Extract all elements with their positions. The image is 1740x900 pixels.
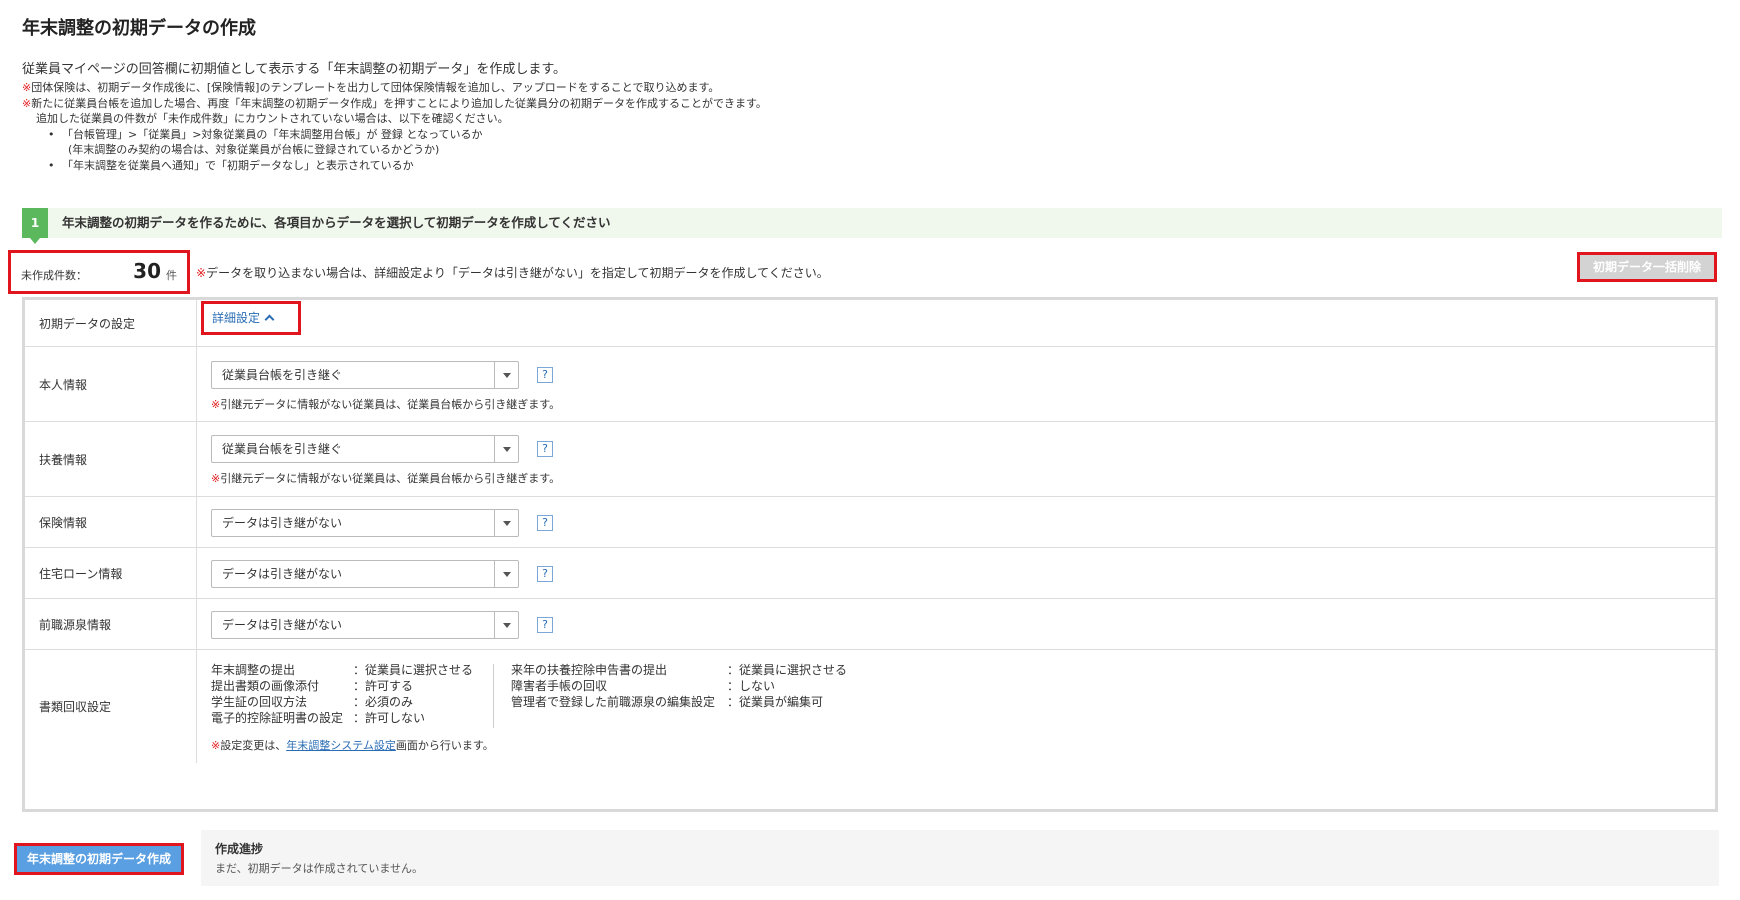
note-line-2: ※新たに従業員台帳を追加した場合、再度「年末調整の初期データ作成」を押すことによ…	[22, 96, 767, 110]
help-icon[interactable]: ?	[537, 367, 553, 383]
dependents-info-select[interactable]: 従業員台帳を引き継ぐ	[211, 435, 519, 463]
dropdown-arrow-icon	[494, 612, 518, 638]
doc-setting: 学生証の回収方法 ：必須のみ	[211, 695, 414, 709]
row-note: ※引継元データに情報がない従業員は、従業員台帳から引き継ぎます。	[211, 472, 561, 485]
previous-job-select[interactable]: データは引き継がない	[211, 611, 519, 639]
note-mark: ※	[22, 81, 32, 94]
help-icon[interactable]: ?	[537, 617, 553, 633]
doc-setting: 提出書類の画像添付 ：許可する	[211, 679, 414, 693]
row-label: 住宅ローン情報	[25, 548, 197, 598]
settings-row-insurance: 保険情報 データは引き継がない ?	[25, 497, 1715, 548]
note-bullet-2: 「年末調整を従業員へ通知」で「初期データなし」と表示されているか	[36, 158, 767, 174]
housing-loan-select[interactable]: データは引き継がない	[211, 560, 519, 588]
uncreated-count-value: 30	[133, 259, 161, 283]
system-settings-link[interactable]: 年末調整システム設定	[286, 739, 396, 752]
uncreated-count-label: 未作成件数：	[21, 269, 87, 282]
personal-info-select[interactable]: 従業員台帳を引き継ぐ	[211, 361, 519, 389]
step-header: 1 年末調整の初期データを作るために、各項目からデータを選択して初期データを作成…	[22, 208, 1722, 244]
row-label: 保険情報	[25, 497, 197, 547]
doc-setting: 障害者手帳の回収 ：しない	[511, 679, 776, 693]
row-label: 書類回収設定	[25, 650, 197, 763]
insurance-info-select[interactable]: データは引き継がない	[211, 509, 519, 537]
progress-title: 作成進捗	[215, 842, 264, 856]
row-label: 本人情報	[25, 347, 197, 421]
page-intro: 従業員マイページの回答欄に初期値として表示する「年末調整の初期データ」を作成しま…	[22, 62, 567, 77]
note-line-1: ※団体保険は、初期データ作成後に、[保険情報]のテンプレートを出力して団体保険情…	[22, 81, 720, 94]
doc-setting: 電子的控除証明書の設定 ：許可しない	[211, 711, 426, 725]
note-bullet-1: 「台帳管理」>「従業員」>対象従業員の「年末調整用台帳」が 登録 となっているか…	[36, 127, 767, 158]
doc-setting: 来年の扶養控除申告書の提出 ：従業員に選択させる	[511, 663, 848, 677]
help-icon[interactable]: ?	[537, 515, 553, 531]
row-label: 扶養情報	[25, 422, 197, 496]
dropdown-arrow-icon	[494, 436, 518, 462]
dropdown-arrow-icon	[494, 362, 518, 388]
dropdown-arrow-icon	[494, 510, 518, 536]
note-bullets: 「台帳管理」>「従業員」>対象従業員の「年末調整用台帳」が 登録 となっているか…	[22, 127, 767, 174]
uncreated-count-box: 未作成件数： 30 件	[8, 250, 190, 294]
progress-panel: 作成進捗 まだ、初期データは作成されていません。	[201, 830, 1719, 886]
count-note: ※データを取り込まない場合は、詳細設定より「データは引き継がない」を指定して初期…	[196, 266, 829, 280]
detail-settings-toggle[interactable]: 詳細設定	[201, 301, 301, 335]
help-icon[interactable]: ?	[537, 441, 553, 457]
page-title: 年末調整の初期データの作成	[22, 18, 256, 39]
step-text: 年末調整の初期データを作るために、各項目からデータを選択して初期データを作成して…	[62, 215, 611, 230]
document-settings-note: ※設定変更は、年末調整システム設定画面から行います。	[211, 739, 494, 752]
settings-row-housing-loan: 住宅ローン情報 データは引き継がない ?	[25, 548, 1715, 599]
help-icon[interactable]: ?	[537, 566, 553, 582]
progress-text: まだ、初期データは作成されていません。	[215, 862, 424, 875]
settings-row-dependents: 扶養情報 従業員台帳を引き継ぐ ? ※引継元データに情報がない従業員は、従業員台…	[25, 422, 1715, 497]
settings-table: 初期データの設定 詳細設定 本人情報 従業員台帳を引き継ぐ ? ※引継元データに…	[22, 297, 1718, 812]
document-settings-right: 来年の扶養控除申告書の提出 ：従業員に選択させる 障害者手帳の回収 ：しない 管理者…	[511, 662, 847, 710]
settings-row-initial: 初期データの設定 詳細設定	[25, 300, 1715, 347]
row-label: 前職源泉情報	[25, 599, 197, 649]
note-mark: ※	[22, 96, 32, 110]
settings-row-documents: 書類回収設定 年末調整の提出 ：従業員に選択させる 提出書類の画像添付 ：許可する …	[25, 650, 1715, 763]
uncreated-count-unit: 件	[166, 269, 177, 282]
doc-setting: 年末調整の提出 ：従業員に選択させる	[211, 663, 474, 677]
settings-row-personal: 本人情報 従業員台帳を引き継ぐ ? ※引継元データに情報がない従業員は、従業員台…	[25, 347, 1715, 422]
notes: ※団体保険は、初期データ作成後に、[保険情報]のテンプレートを出力して団体保険情…	[22, 80, 767, 173]
chevron-up-icon	[264, 314, 275, 325]
divider	[493, 664, 494, 728]
doc-setting: 管理者で登録した前職源泉の編集設定 ：従業員が編集可	[511, 695, 824, 709]
bulk-delete-button[interactable]: 初期データ一括削除	[1577, 252, 1717, 282]
dropdown-arrow-icon	[494, 561, 518, 587]
document-settings-left: 年末調整の提出 ：従業員に選択させる 提出書類の画像添付 ：許可する 学生証の回収方…	[211, 662, 473, 726]
note-line-3: 追加した従業員の件数が「未作成件数」にカウントされていない場合は、以下を確認くだ…	[36, 112, 509, 125]
step-number: 1	[22, 208, 48, 244]
row-note: ※引継元データに情報がない従業員は、従業員台帳から引き継ぎます。	[211, 398, 561, 411]
create-initial-data-button[interactable]: 年末調整の初期データ作成	[14, 843, 184, 875]
row-label: 初期データの設定	[25, 300, 197, 346]
settings-row-previous-job: 前職源泉情報 データは引き継がない ?	[25, 599, 1715, 650]
